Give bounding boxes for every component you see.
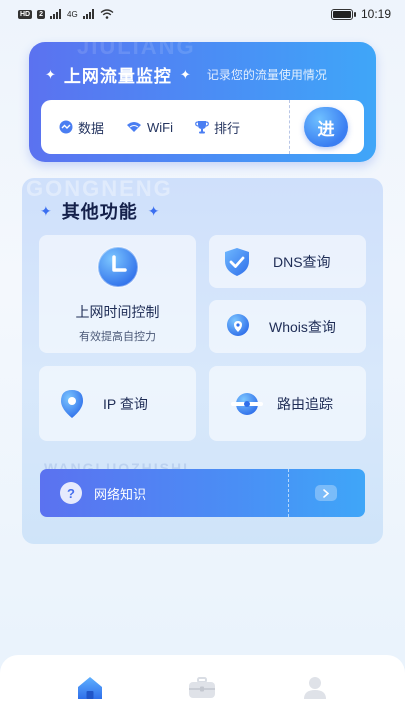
- battery-icon: [330, 8, 356, 20]
- sparkle-icon: ✦: [147, 202, 160, 219]
- time-control-subtitle: 有效提高自控力: [79, 331, 156, 343]
- nav-tools[interactable]: [182, 668, 222, 708]
- shield-check-icon: [223, 247, 251, 277]
- functions-title-row: ✦ 其他功能 ✦: [40, 198, 159, 224]
- wifi-status-icon: [100, 9, 114, 19]
- ip-query-label: IP 查询: [103, 395, 148, 412]
- ranking-option[interactable]: 排行: [195, 118, 240, 137]
- data-option[interactable]: 数据: [59, 118, 104, 137]
- location-pin-icon: [225, 313, 251, 341]
- wifi-option[interactable]: WiFi: [126, 120, 173, 135]
- home-icon: [77, 676, 103, 700]
- other-functions-panel: GONGNENG ✦ 其他功能 ✦ 上网时间控制 有效提高自控力 DNS查询 W…: [22, 178, 383, 544]
- monitor-subtitle: 记录您的流量使用情况: [206, 68, 327, 82]
- network-type-label: 4G: [67, 9, 78, 19]
- time-control-label: 上网时间控制: [75, 304, 160, 320]
- whois-query-label: Whois查询: [269, 318, 336, 335]
- whois-query-tile[interactable]: Whois查询: [209, 300, 366, 353]
- nav-profile[interactable]: [295, 668, 335, 708]
- hd-badge: HD: [18, 9, 33, 19]
- nav-home[interactable]: [70, 668, 110, 708]
- functions-title: 其他功能: [61, 202, 138, 222]
- knowledge-left: ? 网络知识: [40, 482, 288, 504]
- time-control-tile[interactable]: 上网时间控制 有效提高自控力: [39, 235, 196, 353]
- trophy-icon: [195, 120, 209, 134]
- chevron-right-icon[interactable]: [315, 485, 337, 501]
- route-trace-label: 路由追踪: [277, 395, 333, 412]
- signal-icon: [82, 9, 95, 19]
- bottom-navigation: [0, 655, 405, 720]
- monitor-watermark: JIULIANG: [77, 42, 196, 59]
- wifi-option-label: WiFi: [147, 119, 174, 135]
- enter-button[interactable]: 进: [304, 107, 348, 147]
- toolbox-icon: [188, 676, 216, 699]
- data-option-label: 数据: [78, 120, 105, 136]
- clock-time: 10:19: [360, 7, 391, 21]
- dashed-divider: [288, 469, 289, 517]
- dashed-divider: [289, 100, 290, 154]
- monitor-title-row: ✦ 上网流量监控 ✦ 记录您的流量使用情况: [45, 62, 327, 87]
- traffic-monitor-card: JIULIANG ✦ 上网流量监控 ✦ 记录您的流量使用情况 数据 WiFi 排…: [29, 42, 376, 162]
- sparkle-icon: ✦: [40, 202, 52, 219]
- network-knowledge-bar[interactable]: ? 网络知识: [40, 469, 365, 517]
- signal-icon: [50, 9, 62, 19]
- sim-badge: 2: [37, 9, 46, 19]
- wifi-icon: [126, 121, 142, 133]
- ip-query-tile[interactable]: IP 查询: [39, 366, 196, 441]
- ranking-option-label: 排行: [214, 120, 241, 136]
- monitor-option-list: 数据 WiFi 排行: [41, 118, 289, 137]
- question-icon: ?: [60, 482, 82, 504]
- dns-query-tile[interactable]: DNS查询: [209, 235, 366, 288]
- sparkle-icon: ✦: [45, 66, 56, 82]
- status-bar: HD 2 4G 10:19: [0, 0, 405, 28]
- monitor-title: 上网流量监控: [63, 67, 172, 86]
- sparkle-icon: ✦: [179, 66, 191, 82]
- location-pin-icon: [57, 388, 87, 420]
- status-left: HD 2 4G: [18, 9, 114, 19]
- dns-query-label: DNS查询: [273, 253, 331, 270]
- user-icon: [303, 676, 326, 700]
- network-knowledge-label: 网络知识: [94, 486, 147, 502]
- route-trace-tile[interactable]: 路由追踪: [209, 366, 366, 441]
- monitor-options: 数据 WiFi 排行 进: [41, 100, 364, 154]
- clock-icon: [95, 244, 141, 290]
- router-icon: [231, 391, 263, 417]
- data-icon: [59, 120, 73, 134]
- status-right: 10:19: [330, 7, 391, 21]
